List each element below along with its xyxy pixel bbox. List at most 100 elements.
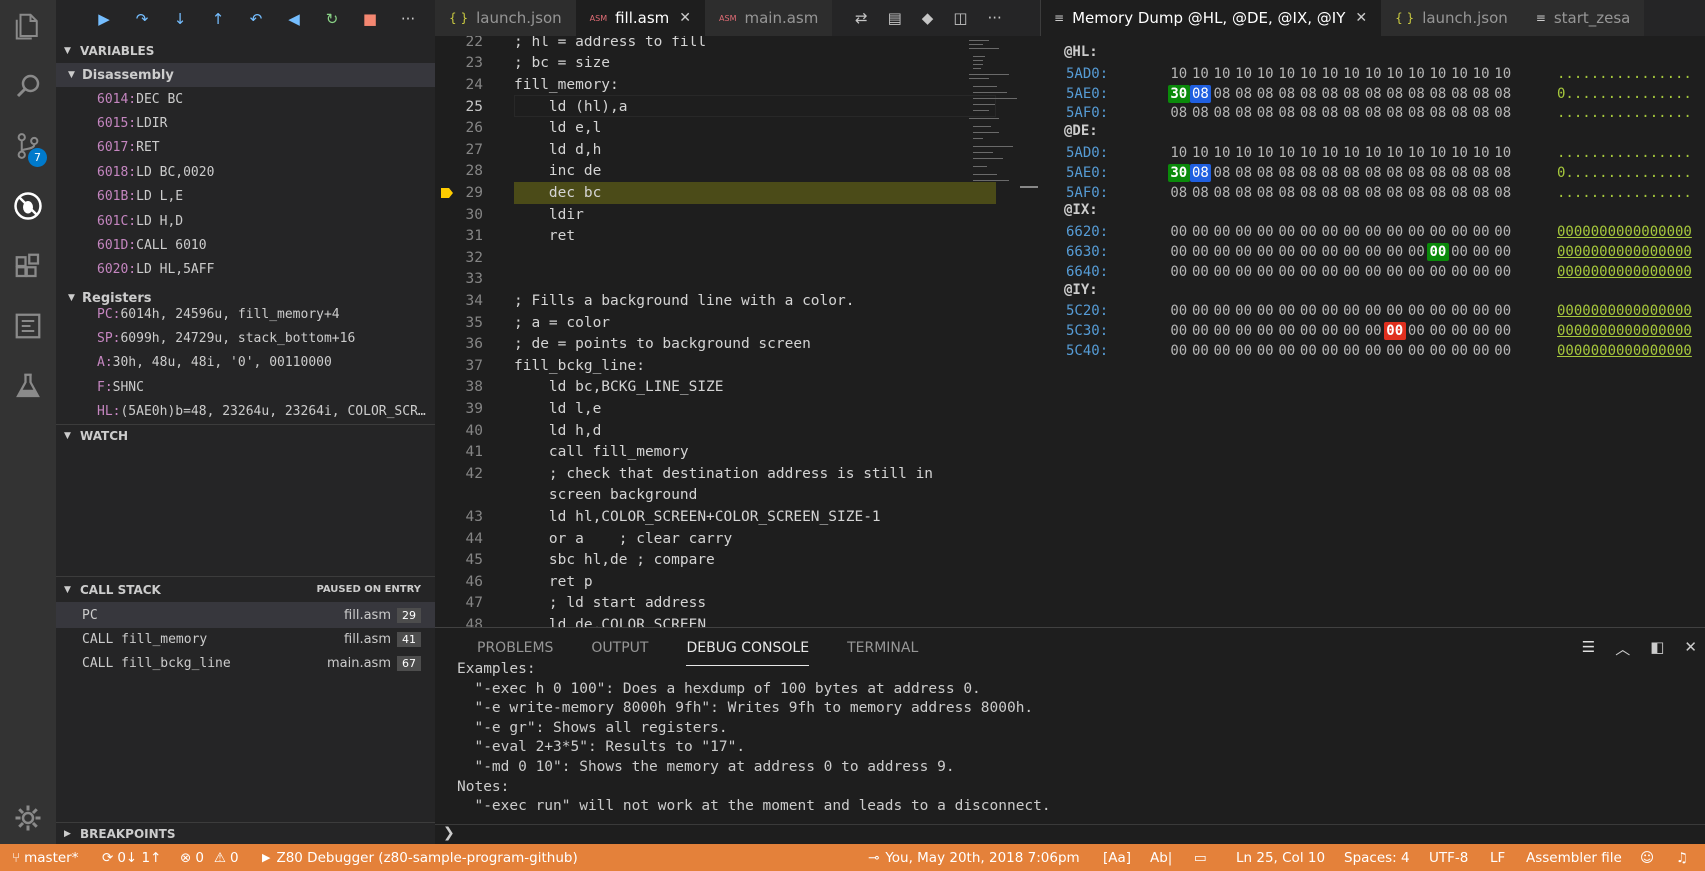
code-line[interactable]: 34 ; Fills a background line with a color… [435, 290, 1020, 312]
code-line[interactable]: 43 ld hl,COLOR_SCREEN+COLOR_SCREEN_SIZE-… [435, 506, 1020, 528]
memory-byte[interactable]: 00 [1362, 302, 1384, 320]
memory-byte[interactable]: 00 [1254, 322, 1276, 340]
memory-byte[interactable]: 10 [1449, 144, 1471, 162]
code-line[interactable]: 28 inc de [435, 161, 1020, 183]
memory-byte[interactable]: 00 [1319, 322, 1341, 340]
memory-byte[interactable]: 00 [1492, 342, 1514, 360]
memory-byte[interactable]: 00 [1233, 243, 1255, 261]
memory-byte[interactable]: 08 [1298, 85, 1320, 103]
memory-byte[interactable]: 08 [1276, 85, 1298, 103]
memory-byte[interactable]: 00 [1341, 223, 1363, 241]
memory-byte[interactable]: 10 [1190, 144, 1212, 162]
memory-byte[interactable]: 08 [1254, 184, 1276, 202]
code-line[interactable]: 36 ; de = points to background screen [435, 333, 1020, 355]
blame-info[interactable]: ⊸ You, May 20th, 2018 7:06pm [868, 844, 1080, 871]
code-line[interactable]: 41 call fill_memory [435, 441, 1020, 463]
memory-byte[interactable]: 00 [1319, 342, 1341, 360]
sync-indicator[interactable]: ⟳ 0↓ 1↑ [102, 844, 161, 871]
memory-byte[interactable]: 08 [1276, 184, 1298, 202]
memory-byte[interactable]: 08 [1341, 104, 1363, 122]
terminal-icon[interactable]: ▭ [1194, 844, 1207, 871]
memory-byte[interactable]: 00 [1233, 263, 1255, 281]
memory-byte[interactable]: 10 [1341, 144, 1363, 162]
memory-byte[interactable]: 30 [1168, 163, 1190, 182]
memory-byte[interactable]: 00 [1470, 342, 1492, 360]
memory-byte[interactable]: 08 [1254, 104, 1276, 122]
memory-byte[interactable]: 10 [1427, 144, 1449, 162]
memory-byte[interactable]: 00 [1492, 223, 1514, 241]
memory-byte[interactable]: 08 [1319, 104, 1341, 122]
memory-byte[interactable]: 00 [1211, 302, 1233, 320]
callstack-frame[interactable]: CALL fill_memory fill.asm 41 [56, 626, 435, 652]
memory-byte[interactable]: 00 [1470, 263, 1492, 281]
memory-byte[interactable]: 08 [1298, 184, 1320, 202]
memory-byte[interactable]: 08 [1211, 164, 1233, 182]
memory-byte[interactable]: 08 [1449, 184, 1471, 202]
encoding[interactable]: UTF-8 [1429, 844, 1468, 871]
memory-byte[interactable]: 00 [1427, 263, 1449, 281]
memory-byte[interactable]: 00 [1276, 223, 1298, 241]
memory-byte[interactable]: 00 [1470, 223, 1492, 241]
memory-byte[interactable]: 08 [1470, 184, 1492, 202]
language-mode[interactable]: Assembler file [1526, 844, 1622, 871]
line-ending[interactable]: LF [1490, 844, 1505, 871]
tab-fill-asm[interactable]: ASM fill.asm ✕ [575, 0, 706, 36]
memory-byte[interactable]: 00 [1276, 302, 1298, 320]
memory-byte[interactable]: 10 [1449, 65, 1471, 83]
memory-byte[interactable]: 10 [1470, 65, 1492, 83]
panel-tab-output[interactable]: OUTPUT [591, 628, 648, 668]
memory-byte[interactable]: 08 [1319, 85, 1341, 103]
memory-byte[interactable]: 30 [1168, 84, 1190, 103]
code-line[interactable]: 31 ret [435, 225, 1020, 247]
code-line[interactable]: 47 ; ld start address [435, 593, 1020, 615]
code-line[interactable]: 27 ld d,h [435, 139, 1020, 161]
branch-indicator[interactable]: ⑂ master* [12, 844, 78, 871]
memory-byte[interactable]: 00 [1384, 223, 1406, 241]
disassembly-row[interactable]: 601B: LD L,E [97, 186, 435, 208]
register-row[interactable]: PC: 6014h, 24596u, fill_memory+4 [97, 303, 435, 325]
code-line[interactable]: 42 ; check that destination address is s… [435, 463, 1020, 485]
memory-byte[interactable]: 10 [1319, 65, 1341, 83]
memory-byte[interactable]: 00 [1362, 243, 1384, 261]
code-line[interactable]: 38 ld bc,BCKG_LINE_SIZE [435, 377, 1020, 399]
memory-byte[interactable]: 10 [1362, 144, 1384, 162]
memory-row[interactable]: 5C20: 00 00 00 00 00 00 00 00 00 00 00 00 00 00 00 00 000… [1066, 301, 1692, 321]
memory-byte[interactable]: 08 [1276, 104, 1298, 122]
memory-byte[interactable]: 08 [1341, 164, 1363, 182]
more-actions-icon[interactable]: ··· [398, 9, 418, 29]
memory-byte[interactable]: 00 [1341, 342, 1363, 360]
tab-start-zesa[interactable]: ≡ start_zesa [1521, 0, 1645, 36]
memory-byte[interactable]: 00 [1233, 223, 1255, 241]
code-line[interactable]: 33 [435, 269, 1020, 291]
continue-icon[interactable]: ▶ [94, 9, 114, 29]
code-line[interactable]: 22 ; hl = address to fill [435, 36, 1020, 53]
memory-byte[interactable]: 10 [1384, 144, 1406, 162]
memory-byte[interactable]: 10 [1319, 144, 1341, 162]
disassembly-row[interactable]: 6014: DEC BC [97, 88, 435, 110]
memory-byte[interactable]: 00 [1362, 263, 1384, 281]
memory-byte[interactable]: 10 [1233, 144, 1255, 162]
memory-byte[interactable]: 10 [1384, 65, 1406, 83]
code-line[interactable]: screen background [435, 485, 1020, 507]
memory-byte[interactable]: 08 [1470, 85, 1492, 103]
memory-byte[interactable]: 10 [1470, 144, 1492, 162]
code-line[interactable]: 44 or a ; clear carry [435, 528, 1020, 550]
memory-row[interactable]: 5AD0: 10 10 10 10 10 10 10 10 10 10 10 10 10 10 10 10...… [1066, 143, 1692, 163]
memory-byte[interactable]: 08 [1341, 85, 1363, 103]
memory-byte[interactable]: 00 [1254, 243, 1276, 261]
register-row[interactable]: SP: 6099h, 24729u, stack_bottom+16 [97, 327, 435, 349]
memory-byte[interactable]: 00 [1168, 322, 1190, 340]
settings-gear-icon[interactable] [10, 800, 46, 836]
code-editor[interactable]: 22 ; hl = address to fill 23 ; bc = size 24 f… [435, 36, 1020, 627]
memory-byte[interactable]: 00 [1211, 342, 1233, 360]
memory-byte[interactable]: 00 [1492, 322, 1514, 340]
notifications-bell-icon[interactable]: ♫ [1676, 844, 1688, 871]
memory-byte[interactable]: 00 [1276, 263, 1298, 281]
memory-byte[interactable]: 00 [1384, 342, 1406, 360]
memory-byte[interactable]: 00 [1384, 302, 1406, 320]
memory-byte[interactable]: 00 [1341, 302, 1363, 320]
memory-byte[interactable]: 00 [1211, 263, 1233, 281]
maximize-panel-icon[interactable]: ︿ [1615, 638, 1630, 659]
memory-row[interactable]: 6620: 00 00 00 00 00 00 00 00 00 00 00 00 00 00 00 00 000… [1066, 222, 1692, 242]
disassembly-row[interactable]: 6015: LDIR [97, 112, 435, 134]
